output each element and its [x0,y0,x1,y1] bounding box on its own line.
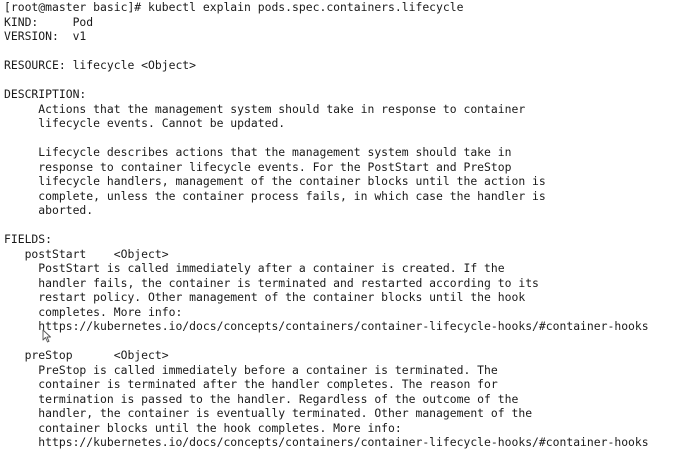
terminal-line: aborted. [4,203,94,217]
terminal-line: termination is passed to the handler. Re… [4,391,519,406]
terminal-line: RESOURCE: lifecycle <Object> [4,58,197,72]
terminal-line: completes. More info: [4,304,183,319]
terminal-line: https://kubernetes.io/docs/concepts/cont… [4,435,649,449]
terminal-line: response to container lifecycle events. … [4,159,512,174]
terminal-line: complete, unless the container process f… [4,188,546,203]
terminal-line: lifecycle events. Cannot be updated. [4,116,286,130]
terminal-line: restart policy. Other management of the … [4,290,526,304]
terminal-line: handler fails, the container is terminat… [4,275,539,290]
terminal-line: Lifecycle describes actions that the man… [4,145,512,159]
terminal-line: FIELDS: [4,232,53,246]
terminal-line: preStop <Object> [4,348,169,362]
terminal-line: postStart <Object> [4,246,169,261]
terminal-line: DESCRIPTION: [4,87,87,101]
terminal-line: container is terminated after the handle… [4,377,498,391]
terminal-line: https://kubernetes.io/docs/concepts/cont… [4,319,649,333]
terminal-output[interactable]: [root@master basic]# kubectl explain pod… [0,0,694,459]
mouse-pointer-icon [42,329,51,343]
terminal-line: KIND: Pod [4,14,94,29]
terminal-line: VERSION: v1 [4,29,87,43]
terminal-line: container blocks until the hook complete… [4,420,402,435]
terminal-line: lifecycle handlers, management of the co… [4,174,546,188]
terminal-line: handler, the container is eventually ter… [4,406,533,420]
terminal-line: PreStop is called immediately before a c… [4,362,498,377]
terminal-line: [root@master basic]# kubectl explain pod… [4,0,464,14]
terminal-line: Actions that the management system shoul… [4,101,526,116]
terminal-line: PostStart is called immediately after a … [4,261,505,275]
